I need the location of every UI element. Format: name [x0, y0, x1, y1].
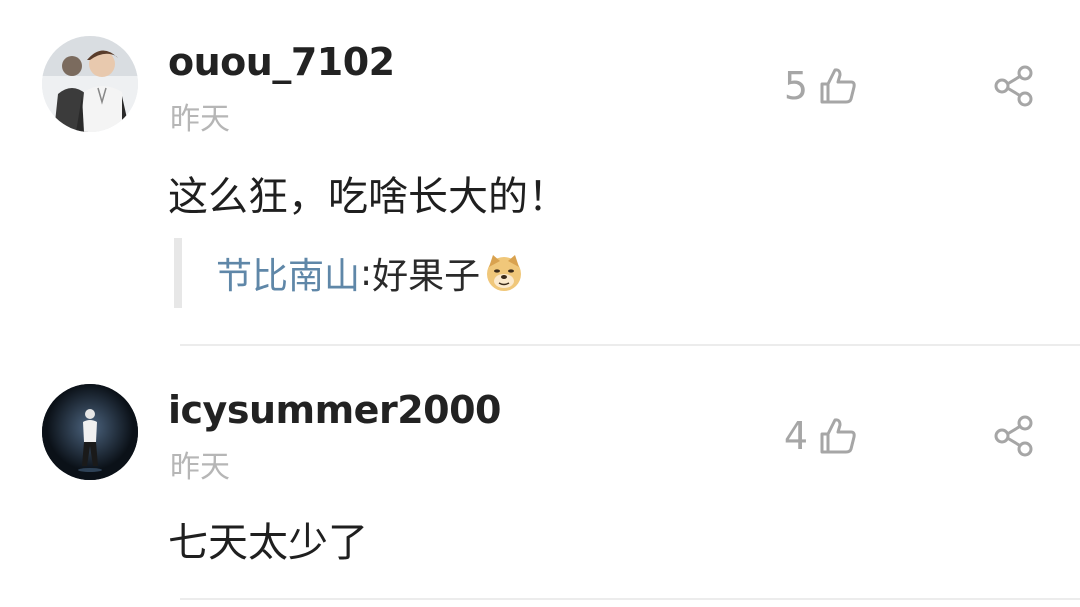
comment-item: ouou_7102 昨天 5 这么狂，吃啥长大的！ 节比南山 : 好果子	[0, 0, 1080, 346]
like-button[interactable]: 5	[784, 64, 860, 108]
username[interactable]: icysummer2000	[168, 388, 501, 432]
divider	[180, 598, 1080, 600]
doge-emoji-icon	[487, 255, 522, 291]
avatar-photo	[42, 384, 138, 480]
comment-text: 七天太少了	[168, 520, 368, 566]
avatar[interactable]	[42, 36, 138, 132]
like-count: 5	[783, 64, 808, 108]
timestamp: 昨天	[170, 450, 230, 485]
like-button[interactable]: 4	[784, 414, 860, 458]
reply-username[interactable]: 节比南山	[216, 247, 360, 299]
reply-text: 好果子	[372, 256, 481, 297]
share-icon[interactable]	[992, 414, 1036, 458]
thumbs-up-icon	[820, 418, 856, 454]
like-count: 4	[783, 414, 808, 458]
username[interactable]: ouou_7102	[168, 40, 395, 84]
comment-text: 这么狂，吃啥长大的！	[168, 174, 568, 220]
comment-item: icysummer2000 昨天 4 七天太少了	[0, 346, 1080, 607]
reply-quote[interactable]: 节比南山 : 好果子	[174, 238, 524, 308]
share-icon[interactable]	[992, 64, 1036, 108]
avatar-photo	[42, 36, 138, 132]
reply-separator: :	[360, 252, 373, 294]
thumbs-up-icon	[820, 68, 856, 104]
avatar[interactable]	[42, 384, 138, 480]
timestamp: 昨天	[170, 102, 230, 137]
